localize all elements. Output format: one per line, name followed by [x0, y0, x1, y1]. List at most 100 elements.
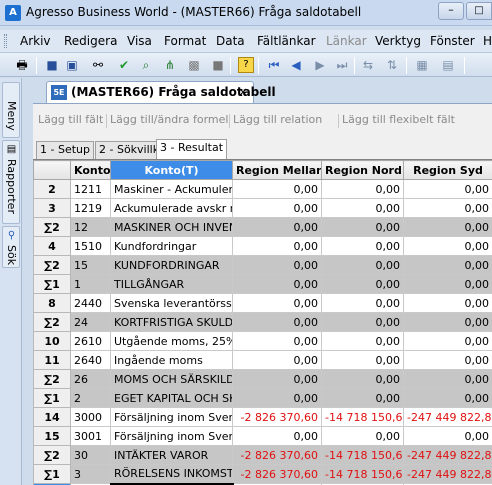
cell-konto[interactable]: 12 — [70, 217, 111, 237]
table-row[interactable]: 3 1219 Ackumulerade avskr m 0,00 0,00 0,00 — [33, 198, 492, 218]
cell-region-nord[interactable]: 0,00 — [321, 217, 404, 237]
menu-redigera[interactable]: Redigera — [64, 34, 117, 48]
menu-verktyg[interactable]: Verktyg — [375, 34, 421, 48]
cell-region-mellan[interactable]: 0,00 — [232, 198, 322, 218]
cell-konto[interactable]: 2 — [70, 388, 111, 408]
cell-konto[interactable]: 2610 — [70, 331, 111, 351]
menu-lankar[interactable]: Länkar — [326, 34, 367, 48]
cell-region-nord[interactable]: 0,00 — [321, 293, 404, 313]
cell-konto[interactable]: 15 — [70, 255, 111, 275]
print-icon[interactable]: 🖶 — [14, 57, 30, 73]
sidebar-tab-meny[interactable]: Meny — [2, 82, 20, 138]
cell-region-syd[interactable]: 0,00 — [403, 388, 492, 408]
table-row[interactable]: ∑2 12 MASKINER OCH INVEN 0,00 0,00 0,00 — [33, 217, 492, 237]
cell-region-syd[interactable]: 0,00 — [403, 236, 492, 256]
cell-konto-t[interactable]: KORTFRISTIGA SKULDI — [110, 312, 233, 332]
cell-region-syd[interactable]: 0,00 — [403, 312, 492, 332]
cell-region-syd[interactable]: 0,00 — [403, 426, 492, 446]
cell-konto-t[interactable]: MASKINER OCH INVEN — [110, 217, 233, 237]
cell-konto-t[interactable]: Ackumulerade avskr m — [110, 198, 233, 218]
cell-region-mellan[interactable]: 0,00 — [232, 236, 322, 256]
cell-region-nord[interactable]: 0,00 — [321, 350, 404, 370]
table-row[interactable]: 8 2440 Svenska leverantörssku 0,00 0,00 0,00 — [33, 293, 492, 313]
expand-icon[interactable]: ⇆ — [360, 57, 376, 73]
cell-konto[interactable]: 1219 — [70, 198, 111, 218]
cell-konto-t[interactable]: INTÄKTER VAROR — [110, 445, 233, 465]
column-header-region-nord[interactable]: Region Nord — [321, 160, 404, 180]
cell-region-syd[interactable]: 0,00 — [403, 198, 492, 218]
tab-setup[interactable]: 1 - Setup — [36, 141, 94, 159]
column-header-konto[interactable]: Konto — [70, 160, 111, 180]
table-row[interactable]: 4 1510 Kundfordringar 0,00 0,00 0,00 — [33, 236, 492, 256]
cell-konto[interactable]: 24 — [70, 312, 111, 332]
magnify-icon[interactable]: ⌕ — [138, 57, 154, 73]
cell-region-syd[interactable]: 0,00 — [403, 293, 492, 313]
table-row[interactable]: ∑2 30 INTÄKTER VAROR -2 826 370,60 -14 718 1… — [33, 445, 492, 465]
cell-konto[interactable]: 1211 — [70, 179, 111, 199]
table-row[interactable]: ∑2 15 KUNDFORDRINGAR 0,00 0,00 0,00 — [33, 255, 492, 275]
cell-region-mellan[interactable]: 0,00 — [232, 293, 322, 313]
cell-konto[interactable]: 3 — [70, 464, 111, 484]
cell-region-nord[interactable]: 0,00 — [321, 255, 404, 275]
stop-square-icon[interactable]: ■ — [210, 57, 226, 73]
row-header[interactable]: 4 — [33, 236, 71, 256]
help-icon[interactable]: ? — [238, 57, 254, 73]
table-row[interactable]: ∑1 3 RÖRELSENS INKOMST -2 826 370,60 -14 718… — [33, 464, 492, 484]
cell-region-syd[interactable]: 0,00 — [403, 274, 492, 294]
cell-region-nord[interactable]: -14 718 150,60 — [321, 445, 404, 465]
cell-region-nord[interactable]: 0,00 — [321, 312, 404, 332]
cell-region-nord[interactable]: 0,00 — [321, 198, 404, 218]
cell-konto-t[interactable]: TILLGÅNGAR — [110, 274, 233, 294]
cell-konto-t[interactable]: Svenska leverantörssku — [110, 293, 233, 313]
column-header-region-syd[interactable]: Region Syd — [403, 160, 492, 180]
next-record-icon[interactable]: ▶ — [312, 57, 328, 73]
binoculars-icon[interactable]: ⚯ — [90, 57, 106, 73]
menu-data[interactable]: Data — [216, 34, 245, 48]
cell-region-syd[interactable]: 0,00 — [403, 331, 492, 351]
column-header-region-mellan[interactable]: Region Mellan — [232, 160, 322, 180]
cell-konto-t[interactable]: RÖRELSENS INKOMST — [110, 464, 233, 484]
cell-konto[interactable]: 2440 — [70, 293, 111, 313]
table-row[interactable]: 2 1211 Maskiner - Ackumuler 0,00 0,00 0,00 — [33, 179, 492, 199]
row-header[interactable]: 2 — [33, 179, 71, 199]
add-field-action[interactable]: Lägg till fält — [38, 113, 103, 126]
cell-region-mellan[interactable]: -2 826 370,60 — [232, 445, 322, 465]
cell-region-mellan[interactable]: 0,00 — [232, 369, 322, 389]
cell-konto-t[interactable]: Försäljning inom Sveri — [110, 407, 233, 427]
cell-region-mellan[interactable]: 0,00 — [232, 350, 322, 370]
menu-fonster[interactable]: Fönster — [430, 34, 475, 48]
cell-region-syd[interactable]: 0,00 — [403, 217, 492, 237]
row-header[interactable]: ∑2 — [33, 217, 71, 237]
cell-konto-t[interactable]: MOMS OCH SÄRSKILD — [110, 369, 233, 389]
column-header-konto-t[interactable]: Konto(T) — [110, 160, 233, 180]
cell-region-syd[interactable]: -247 449 822,80 — [403, 407, 492, 427]
cell-region-syd[interactable]: -247 449 822,80 — [403, 464, 492, 484]
cell-konto-t[interactable]: Ingående moms — [110, 350, 233, 370]
cell-konto[interactable]: 3000 — [70, 407, 111, 427]
cell-konto[interactable]: 1 — [70, 274, 111, 294]
cell-konto[interactable]: 1510 — [70, 236, 111, 256]
tab-resultat[interactable]: 3 - Resultat — [156, 139, 228, 159]
table-row[interactable]: 11 2640 Ingående moms 0,00 0,00 0,00 — [33, 350, 492, 370]
cell-konto[interactable]: 26 — [70, 369, 111, 389]
cell-konto-t[interactable]: Kundfordringar — [110, 236, 233, 256]
cell-region-mellan[interactable]: 0,00 — [232, 179, 322, 199]
cell-region-nord[interactable]: 0,00 — [321, 388, 404, 408]
menu-visa[interactable]: Visa — [127, 34, 152, 48]
row-header[interactable]: ∑1 — [33, 464, 71, 484]
tree-icon[interactable]: ⋔ — [162, 57, 178, 73]
menu-arkiv[interactable]: Arkiv — [20, 34, 51, 48]
cell-region-nord[interactable]: 0,00 — [321, 331, 404, 351]
last-record-icon[interactable]: ⏭ — [334, 57, 350, 73]
stop-icon[interactable]: ▩ — [186, 57, 202, 73]
table-row[interactable]: 10 2610 Utgående moms, 25% 0,00 0,00 0,00 — [33, 331, 492, 351]
cell-konto[interactable]: 3001 — [70, 426, 111, 446]
table-icon[interactable]: ▦ — [414, 57, 430, 73]
checkmark-icon[interactable]: ✔ — [116, 57, 132, 73]
menu-faltlankar[interactable]: Fältlänkar — [257, 34, 316, 48]
row-header[interactable]: ∑2 — [33, 312, 71, 332]
cell-konto[interactable]: 2640 — [70, 350, 111, 370]
row-header[interactable]: ∑1 — [33, 274, 71, 294]
cell-konto-t[interactable]: Utgående moms, 25% — [110, 331, 233, 351]
row-header[interactable]: 3 — [33, 198, 71, 218]
